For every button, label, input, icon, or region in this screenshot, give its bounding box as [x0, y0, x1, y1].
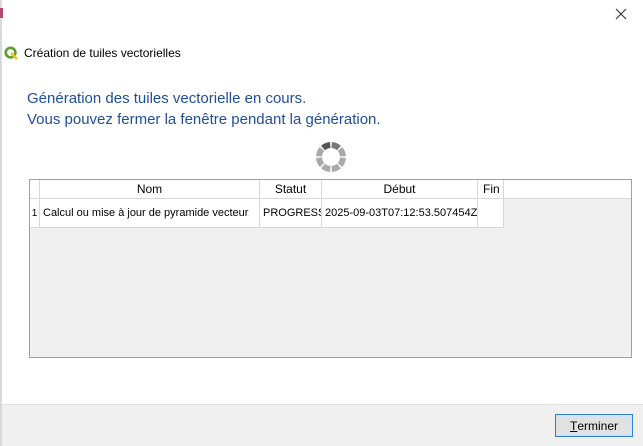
- loading-spinner-icon: [316, 142, 346, 172]
- table-header: Nom Statut Début Fin: [30, 180, 504, 199]
- dialog-header: Création de tuiles vectorielles: [4, 44, 181, 62]
- cell-fin[interactable]: [478, 199, 504, 228]
- terminer-mnemonic: T: [569, 418, 578, 433]
- close-button[interactable]: [611, 4, 631, 24]
- dialog-footer: Terminer: [2, 404, 643, 446]
- spinner-segment: [337, 147, 346, 157]
- jobs-table[interactable]: Nom Statut Début Fin 1 Calcul ou mise à …: [29, 179, 632, 358]
- dialog-title: Création de tuiles vectorielles: [24, 46, 181, 60]
- table-header-filler: [504, 180, 631, 199]
- spinner-segment: [337, 157, 346, 167]
- status-message: Génération des tuiles vectorielle en cou…: [27, 88, 381, 130]
- column-header-statut[interactable]: Statut: [260, 180, 322, 199]
- spinner-segment: [321, 163, 331, 172]
- spinner-segment: [331, 142, 341, 151]
- window-edge-marker: [0, 8, 3, 18]
- terminer-button[interactable]: Terminer: [555, 414, 633, 437]
- spinner-segment: [321, 142, 331, 151]
- cell-debut[interactable]: 2025-09-03T07:12:53.507454Z: [322, 199, 478, 228]
- column-header-nom[interactable]: Nom: [40, 180, 260, 199]
- close-icon: [615, 8, 627, 20]
- status-message-line-2: Vous pouvez fermer la fenêtre pendant la…: [27, 111, 381, 128]
- table-row[interactable]: 1 Calcul ou mise à jour de pyramide vect…: [30, 199, 504, 228]
- spinner-segment: [316, 147, 325, 157]
- spinner-segment: [331, 163, 341, 172]
- table-body: 1 Calcul ou mise à jour de pyramide vect…: [30, 199, 504, 228]
- spinner-segment: [316, 157, 325, 167]
- terminer-label: erminer: [577, 418, 619, 433]
- cell-statut[interactable]: PROGRESS: [260, 199, 322, 228]
- qgis-logo-icon: [4, 46, 18, 60]
- cell-nom[interactable]: Calcul ou mise à jour de pyramide vecteu…: [40, 199, 260, 228]
- table-corner[interactable]: [30, 180, 40, 199]
- status-message-line-1: Génération des tuiles vectorielle en cou…: [27, 90, 307, 107]
- window-left-edge: [0, 0, 2, 446]
- column-header-fin[interactable]: Fin: [478, 180, 504, 199]
- row-number[interactable]: 1: [30, 199, 40, 228]
- column-header-debut[interactable]: Début: [322, 180, 478, 199]
